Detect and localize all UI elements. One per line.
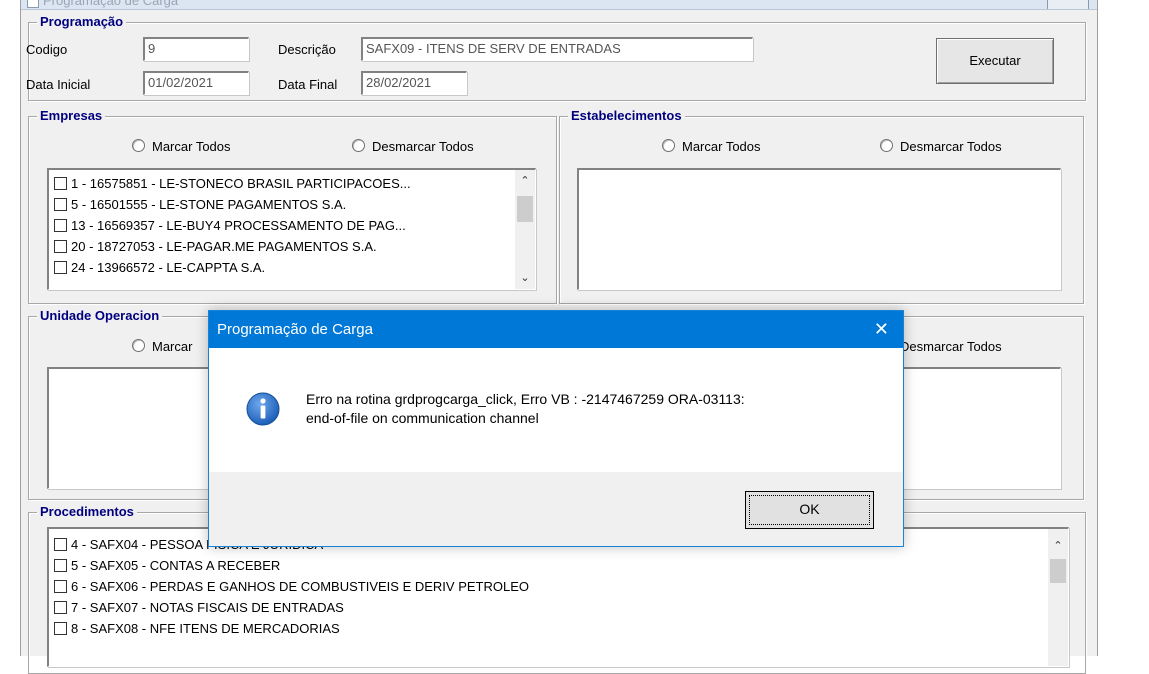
unidade-marcar-todos-radio[interactable]: Marcar [132,339,192,355]
estabelecimentos-desmarcar-todos-radio[interactable]: Desmarcar Todos [880,139,1002,155]
programacao-title: Programação [37,14,127,30]
codigo-label: Codigo [26,42,68,57]
scroll-thumb[interactable] [517,196,533,222]
radio-dot [132,139,145,152]
window-titlebar: Programação de Carga [21,0,1097,10]
dialog-message-line1: Erro na rotina grdprogcarga_click, Erro … [306,391,745,407]
list-item-label: 7 - SAFX07 - NOTAS FISCAIS DE ENTRADAS [71,600,344,615]
checkbox[interactable] [54,580,67,593]
radio-label: Desmarcar Todos [372,139,474,154]
data-final-field[interactable]: 28/02/2021 [361,71,467,95]
data-inicial-label: Data Inicial [26,77,91,92]
list-item[interactable]: 7 - SAFX07 - NOTAS FISCAIS DE ENTRADAS [49,597,1068,618]
empresas-scrollbar[interactable]: ⌃ ⌄ [515,170,535,289]
descricao-field[interactable]: SAFX09 - ITENS DE SERV DE ENTRADAS [361,37,753,61]
dialog-message-line2: end-of-file on communication channel [306,410,539,426]
estabelecimentos-list[interactable] [577,168,1061,290]
checkbox[interactable] [54,198,67,211]
scroll-down-icon[interactable]: ⌄ [515,269,535,287]
estabelecimentos-title: Estabelecimentos [568,108,685,124]
radio-label: Desmarcar Todos [900,339,1002,354]
radio-dot [880,139,893,152]
checkbox[interactable] [54,601,67,614]
list-item[interactable]: 13 - 16569357 - LE-BUY4 PROCESSAMENTO DE… [49,215,535,236]
list-item-label: 5 - 16501555 - LE-STONE PAGAMENTOS S.A. [71,197,347,212]
ok-button[interactable]: OK [745,491,874,529]
executar-button[interactable]: Executar [936,38,1054,84]
list-item[interactable]: 1 - 16575851 - LE-STONECO BRASIL PARTICI… [49,173,535,194]
scroll-up-icon[interactable]: ⌃ [1048,537,1068,555]
scroll-up-icon[interactable]: ⌃ [515,172,535,190]
checkbox[interactable] [54,559,67,572]
checkbox[interactable] [54,219,67,232]
radio-dot [662,139,675,152]
checkbox[interactable] [54,622,67,635]
window-icon [27,0,39,8]
list-item[interactable]: 6 - SAFX06 - PERDAS E GANHOS DE COMBUSTI… [49,576,1068,597]
dialog-message: Erro na rotina grdprogcarga_click, Erro … [306,390,886,428]
list-item-label: 8 - SAFX08 - NFE ITENS DE MERCADORIAS [71,621,340,636]
procedimentos-scrollbar[interactable]: ⌃ [1048,529,1068,666]
radio-label: Marcar Todos [152,139,231,154]
estabelecimentos-marcar-todos-radio[interactable]: Marcar Todos [662,139,761,155]
list-item-label: 20 - 18727053 - LE-PAGAR.ME PAGAMENTOS S… [71,239,377,254]
close-icon[interactable]: ✕ [874,318,889,340]
list-item-label: 5 - SAFX05 - CONTAS A RECEBER [71,558,281,573]
empresas-marcar-todos-radio[interactable]: Marcar Todos [132,139,231,155]
data-final-label: Data Final [278,77,338,92]
empresas-list[interactable]: 1 - 16575851 - LE-STONECO BRASIL PARTICI… [47,168,536,290]
dialog-titlebar: Programação de Carga ✕ [209,311,903,348]
list-item-label: 13 - 16569357 - LE-BUY4 PROCESSAMENTO DE… [71,218,406,233]
list-item[interactable]: 24 - 13966572 - LE-CAPPTA S.A. [49,257,535,278]
list-item[interactable]: 20 - 18727053 - LE-PAGAR.ME PAGAMENTOS S… [49,236,535,257]
focus-ring [749,495,870,525]
list-item[interactable]: 8 - SAFX08 - NFE ITENS DE MERCADORIAS [49,618,1068,639]
descricao-label: Descrição [278,42,336,57]
scroll-thumb[interactable] [1050,559,1066,583]
list-item-label: 6 - SAFX06 - PERDAS E GANHOS DE COMBUSTI… [71,579,529,594]
checkbox[interactable] [54,177,67,190]
list-item[interactable]: 5 - SAFX05 - CONTAS A RECEBER [49,555,1068,576]
dialog-title: Programação de Carga [217,321,373,338]
codigo-field[interactable]: 9 [143,37,249,61]
list-item-label: 24 - 13966572 - LE-CAPPTA S.A. [71,260,266,275]
error-dialog: Programação de Carga ✕ Erro na rotina gr… [208,310,904,547]
empresas-title: Empresas [37,108,106,124]
data-inicial-field[interactable]: 01/02/2021 [143,71,249,95]
radio-label: Marcar Todos [682,139,761,154]
window-restore-button[interactable] [1047,0,1089,9]
unidade-title: Unidade Operacion [37,308,163,324]
procedimentos-title: Procedimentos [37,504,137,520]
procedimentos-list[interactable]: 4 - SAFX04 - PESSOA FISICA E JURIDICA 5 … [47,527,1069,667]
list-item-label: 1 - 16575851 - LE-STONECO BRASIL PARTICI… [71,176,411,191]
window-title: Programação de Carga [43,0,179,8]
executar-label: Executar [969,53,1021,68]
checkbox[interactable] [54,240,67,253]
radio-label: Marcar [152,339,193,354]
radio-dot [132,339,145,352]
dialog-footer: OK [209,472,903,546]
checkbox[interactable] [54,538,67,551]
empresas-desmarcar-todos-radio[interactable]: Desmarcar Todos [352,139,474,155]
checkbox[interactable] [54,261,67,274]
list-item[interactable]: 5 - 16501555 - LE-STONE PAGAMENTOS S.A. [49,194,535,215]
radio-dot [352,139,365,152]
radio-label: Desmarcar Todos [900,139,1002,154]
info-icon [246,392,280,426]
